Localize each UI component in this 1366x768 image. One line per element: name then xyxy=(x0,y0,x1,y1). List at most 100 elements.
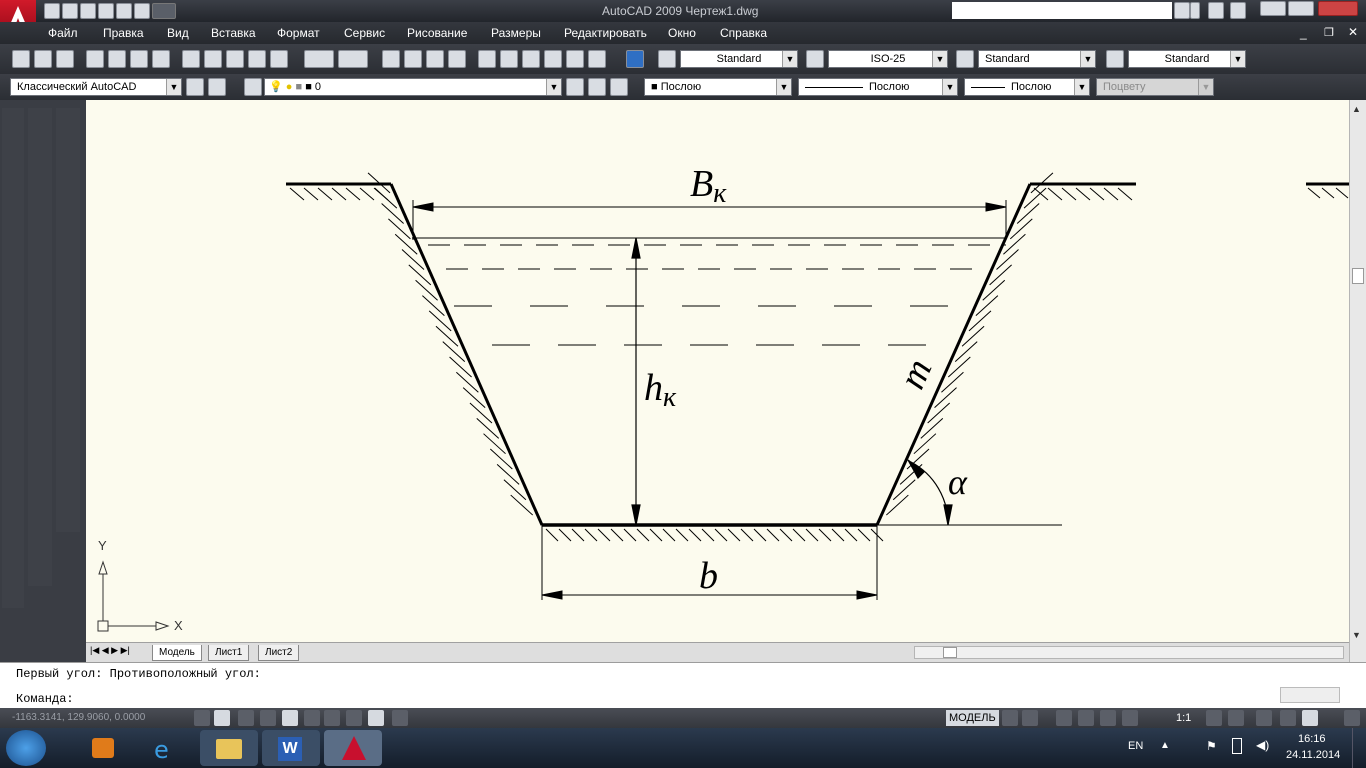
match-prop-icon[interactable] xyxy=(248,50,266,68)
save-icon[interactable] xyxy=(56,50,74,68)
zoom-window-icon[interactable] xyxy=(426,50,444,68)
design-center-icon[interactable] xyxy=(500,50,518,68)
quick-layout-icon[interactable] xyxy=(1002,710,1018,726)
dim-style-select[interactable]: ISO-25 ▼ xyxy=(828,50,948,68)
steering-icon[interactable] xyxy=(1100,710,1116,726)
menu-tools[interactable]: Сервис xyxy=(344,26,385,40)
layer-select[interactable]: 💡 ● ■ ■ 0 ▼ xyxy=(264,78,562,96)
redo-icon[interactable] xyxy=(134,3,150,19)
ortho-icon[interactable] xyxy=(238,710,254,726)
autoscale-icon[interactable] xyxy=(1228,710,1244,726)
menu-dimension[interactable]: Размеры xyxy=(491,26,541,40)
block-editor-icon[interactable] xyxy=(270,50,288,68)
text-style-select[interactable]: Standard ▼ xyxy=(680,50,798,68)
quick-layout2-icon[interactable] xyxy=(1022,710,1038,726)
doc-minimize-icon[interactable]: _ xyxy=(1300,26,1307,40)
table-style-select[interactable]: Standard ▼ xyxy=(978,50,1096,68)
clock-time[interactable]: 16:16 xyxy=(1298,733,1326,745)
scroll-thumb[interactable] xyxy=(1352,268,1364,284)
vertical-scrollbar[interactable]: ▲ ▼ xyxy=(1349,100,1366,662)
taskbar-media-player-icon[interactable] xyxy=(74,730,132,766)
cut-icon[interactable] xyxy=(182,50,200,68)
menu-insert[interactable]: Вставка xyxy=(211,26,256,40)
layer-states-icon[interactable] xyxy=(610,78,628,96)
zoom-realtime-icon[interactable] xyxy=(404,50,422,68)
menu-draw[interactable]: Рисование xyxy=(407,26,467,40)
tray-flag-icon[interactable]: ⚑ xyxy=(1206,739,1217,753)
menu-format[interactable]: Формат xyxy=(277,26,320,40)
search-dropdown-icon[interactable] xyxy=(1190,2,1200,19)
dyn-icon[interactable] xyxy=(346,710,362,726)
ducs-icon[interactable] xyxy=(324,710,340,726)
command-prompt[interactable]: Команда: xyxy=(16,692,74,706)
color-select[interactable]: ■ Послою ▼ xyxy=(644,78,792,96)
linetype-select[interactable]: Послою ▼ xyxy=(798,78,958,96)
paste-icon[interactable] xyxy=(226,50,244,68)
search-icon[interactable] xyxy=(1174,2,1190,19)
undo-icon[interactable] xyxy=(116,3,132,19)
taskbar-word-icon[interactable]: W xyxy=(262,730,320,766)
favorites-icon[interactable] xyxy=(1230,2,1246,19)
tray-settings-icon[interactable] xyxy=(1302,710,1318,726)
communication-icon[interactable] xyxy=(1208,2,1224,19)
open-icon[interactable] xyxy=(62,3,78,19)
annotation-visibility-icon[interactable] xyxy=(1206,710,1222,726)
plotstyle-select[interactable]: Поцвету ▼ xyxy=(1096,78,1214,96)
lineweight-select[interactable]: Послою ▼ xyxy=(964,78,1090,96)
show-desktop-button[interactable] xyxy=(1352,728,1366,768)
layer-previous-icon[interactable] xyxy=(588,78,606,96)
menu-view[interactable]: Вид xyxy=(167,26,189,40)
mleader-style-select[interactable]: Standard ▼ xyxy=(1128,50,1246,68)
tab-model[interactable]: Модель xyxy=(152,645,202,661)
3d-dwf-icon[interactable] xyxy=(152,50,170,68)
taskbar-ie-icon[interactable]: e xyxy=(138,730,196,766)
qp-icon[interactable] xyxy=(392,710,408,726)
redo-icon[interactable] xyxy=(338,50,368,68)
help-icon[interactable] xyxy=(626,50,644,68)
tray-volume-icon[interactable]: ◀) xyxy=(1256,738,1269,752)
text-style-icon[interactable] xyxy=(658,50,676,68)
coordinates[interactable]: -1163.3141, 129.9060, 0.0000 xyxy=(12,712,145,723)
markup-icon[interactable] xyxy=(566,50,584,68)
doc-close-icon[interactable]: ✕ xyxy=(1348,25,1358,39)
showmotion-icon[interactable] xyxy=(1122,710,1138,726)
start-button[interactable] xyxy=(6,730,46,766)
preview-icon[interactable] xyxy=(108,50,126,68)
scroll-up-icon[interactable]: ▲ xyxy=(1352,104,1361,114)
zoom-previous-icon[interactable] xyxy=(448,50,466,68)
scroll-down-icon[interactable]: ▼ xyxy=(1352,630,1361,640)
quickcalc-icon[interactable] xyxy=(588,50,606,68)
make-current-icon[interactable] xyxy=(566,78,584,96)
dim-style-icon[interactable] xyxy=(806,50,824,68)
lweight-icon[interactable] xyxy=(368,710,384,726)
search-field[interactable] xyxy=(952,2,1172,19)
tray-arrow-icon[interactable]: ▲ xyxy=(1160,740,1170,751)
osnap-icon[interactable] xyxy=(282,710,298,726)
lock-status-icon[interactable] xyxy=(1280,710,1296,726)
new-icon[interactable] xyxy=(44,3,60,19)
polar-icon[interactable] xyxy=(260,710,276,726)
tab-sheet2[interactable]: Лист2 xyxy=(258,645,300,661)
doc-restore-icon[interactable]: ❐ xyxy=(1324,26,1334,39)
menu-help[interactable]: Справка xyxy=(720,26,767,40)
hscroll-thumb[interactable] xyxy=(943,647,957,658)
workspace-select[interactable]: Классический AutoCAD ▼ xyxy=(10,78,182,96)
save-icon[interactable] xyxy=(80,3,96,19)
print-icon[interactable] xyxy=(98,3,114,19)
open-icon[interactable] xyxy=(34,50,52,68)
qnew-icon[interactable] xyxy=(12,50,30,68)
menu-window[interactable]: Окно xyxy=(668,26,696,40)
mleader-style-icon[interactable] xyxy=(1106,50,1124,68)
clock-date[interactable]: 24.11.2014 xyxy=(1286,749,1340,761)
language-indicator[interactable]: EN xyxy=(1128,740,1143,752)
drawing-canvas[interactable]: Bк hк m α b Y X xyxy=(86,100,1349,642)
tab-nav-first-icon[interactable]: |◀ ◀ ▶ ▶| xyxy=(90,645,130,656)
close-icon[interactable] xyxy=(1318,1,1358,16)
horizontal-scrollbar[interactable] xyxy=(914,646,1344,659)
menu-modify[interactable]: Редактировать xyxy=(564,26,647,40)
dropdown-icon[interactable] xyxy=(152,3,176,19)
annotation-scale[interactable]: 1:1 xyxy=(1176,712,1191,724)
minimize-icon[interactable] xyxy=(1260,1,1286,16)
workspace-switch-icon[interactable] xyxy=(1256,710,1272,726)
snap-icon[interactable] xyxy=(194,710,210,726)
